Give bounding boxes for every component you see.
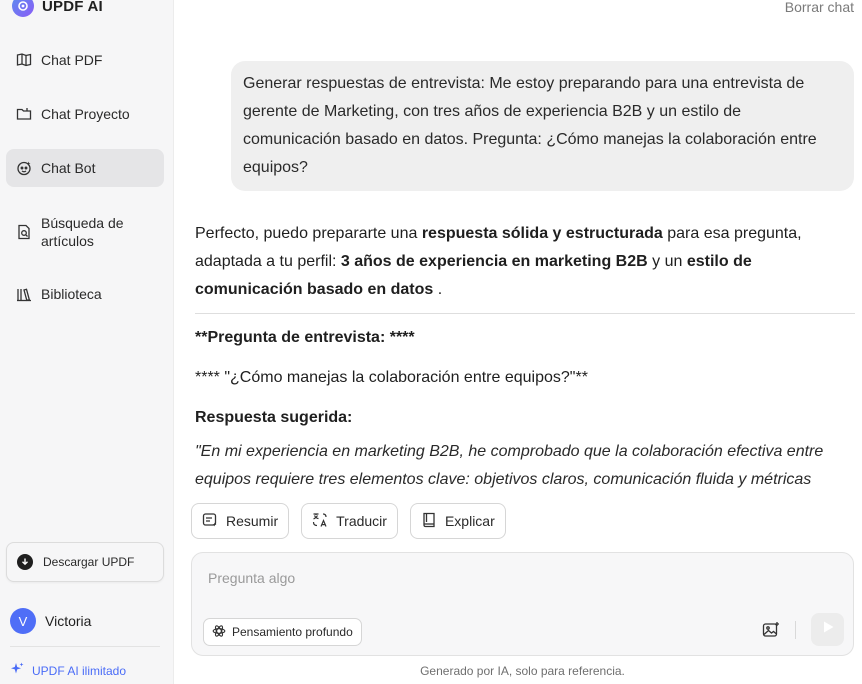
sidebar-item-biblioteca[interactable]: Biblioteca [6, 279, 164, 309]
folder-icon [16, 106, 32, 122]
translate-icon [312, 512, 328, 531]
user-name: Victoria [45, 613, 92, 629]
assistant-answer: Perfecto, puedo prepararte una respuesta… [195, 220, 855, 494]
user-profile[interactable]: V Victoria [10, 608, 91, 634]
divider [195, 313, 855, 314]
sidebar: UPDF AI Chat PDF Chat Proyecto Chat Bot … [0, 0, 174, 684]
response-heading: Respuesta sugerida: [195, 409, 353, 426]
divider [10, 646, 160, 647]
sidebar-item-busqueda-articulos[interactable]: Búsqueda de artículos [6, 212, 164, 252]
question-heading: **Pregunta de entrevista: **** [195, 329, 415, 346]
sidebar-item-label: Biblioteca [41, 286, 102, 302]
sidebar-item-label: Chat PDF [41, 52, 103, 68]
bot-icon [16, 160, 32, 176]
summarize-button[interactable]: Resumir [191, 503, 290, 539]
ai-disclaimer: Generado por IA, solo para referencia. [420, 664, 625, 678]
sidebar-item-chat-proyecto[interactable]: Chat Proyecto [6, 99, 164, 129]
image-upload-icon[interactable] [760, 619, 782, 641]
download-icon [17, 554, 33, 570]
book-open-icon [16, 52, 32, 68]
brand[interactable]: UPDF AI [12, 0, 103, 18]
avatar: V [10, 608, 36, 634]
explain-label: Explicar [444, 513, 495, 529]
library-icon [16, 286, 32, 302]
answer-intro: Perfecto, puedo prepararte una respuesta… [195, 225, 802, 298]
sparkle-icon [10, 662, 24, 679]
translate-label: Traducir [336, 513, 387, 529]
deep-thinking-label: Pensamiento profundo [232, 625, 353, 639]
user-message: Generar respuestas de entrevista: Me est… [231, 61, 854, 191]
upgrade-label: UPDF AI ilimitado [32, 663, 127, 678]
summarize-icon [202, 512, 218, 531]
sidebar-item-label: Chat Bot [41, 160, 96, 176]
atom-icon [212, 624, 226, 641]
chat-input-placeholder[interactable]: Pregunta algo [208, 570, 295, 586]
response-text: "En mi experiencia en marketing B2B, he … [195, 443, 824, 488]
sidebar-item-label: Búsqueda de artículos [41, 215, 124, 249]
question-line: **** "¿Cómo manejas la colaboración entr… [195, 369, 588, 386]
updf-logo-icon [12, 0, 34, 17]
sidebar-item-label: Chat Proyecto [41, 106, 130, 122]
brand-name: UPDF AI [42, 0, 103, 15]
doc-search-icon [16, 224, 32, 240]
send-button[interactable] [811, 613, 844, 646]
send-icon [821, 620, 835, 639]
upgrade-link[interactable]: UPDF AI ilimitado [10, 662, 126, 679]
chat-input-box[interactable]: Pregunta algo Pensamiento profundo [191, 552, 854, 656]
clear-chat-button[interactable]: Borrar chat [785, 0, 854, 15]
explain-button[interactable]: Explicar [409, 503, 506, 539]
sidebar-item-chat-pdf[interactable]: Chat PDF [6, 45, 164, 75]
translate-button[interactable]: Traducir [301, 503, 398, 539]
divider [795, 621, 796, 639]
download-updf-button[interactable]: Descargar UPDF [6, 542, 164, 582]
sidebar-item-chat-bot[interactable]: Chat Bot [6, 149, 164, 187]
download-label: Descargar UPDF [43, 555, 135, 569]
quick-actions: Resumir Traducir Explicar [191, 503, 506, 539]
summarize-label: Resumir [226, 513, 279, 529]
book-icon [421, 512, 437, 531]
deep-thinking-button[interactable]: Pensamiento profundo [203, 618, 362, 646]
